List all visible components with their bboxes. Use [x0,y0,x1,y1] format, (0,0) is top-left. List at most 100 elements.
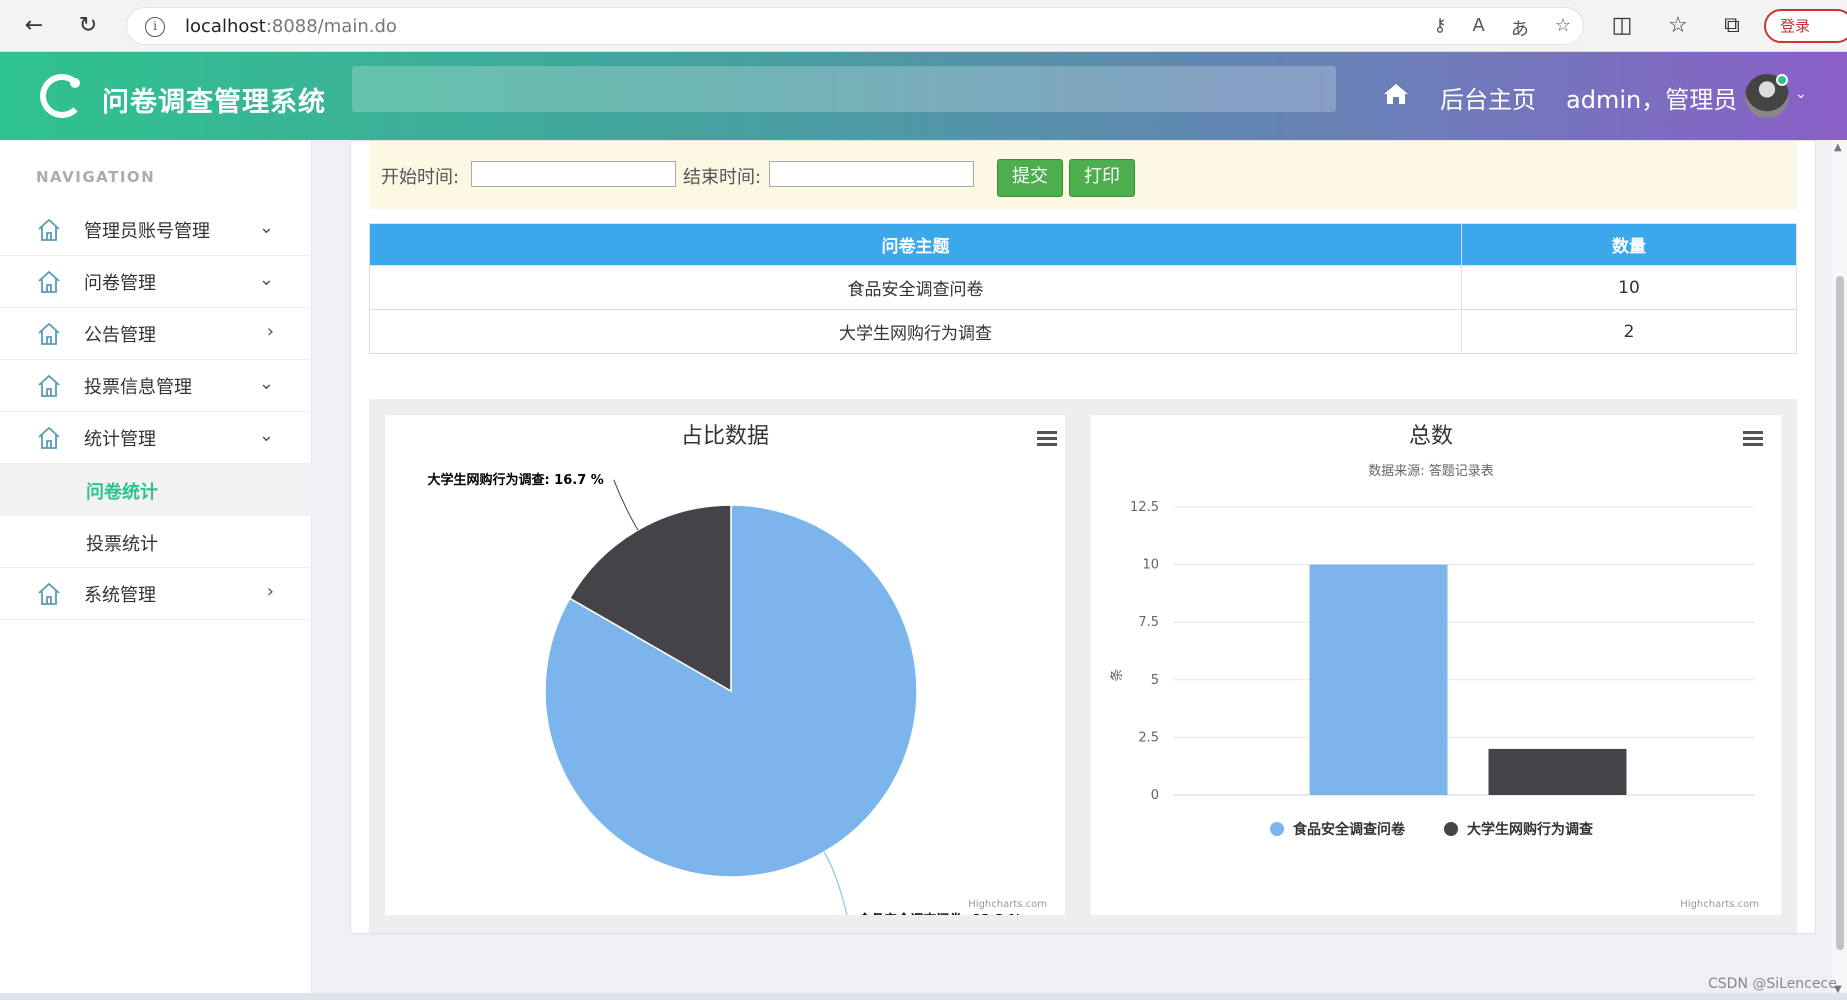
chart-menu-icon[interactable] [1037,431,1057,446]
table-row: 食品安全调查问卷 10 [369,265,1797,310]
y-tick-label: 7.5 [1138,615,1159,630]
table-header-row: 问卷主题 数量 [369,223,1797,266]
y-axis-label: 条 [1109,668,1125,681]
address-bar[interactable]: i localhost:8088/main.do ⚷ A あ ☆ [126,7,1584,45]
sidebar-item-label: 公告管理 [84,325,156,346]
sidebar: NAVIGATION 管理员账号管理 ⌄ 问卷管理 ⌄ 公告管理 › 投票信息管… [0,140,312,1000]
translate-icon[interactable]: あ [1511,15,1529,41]
pie-chart-title: 占比数据 [681,424,769,449]
watermark: CSDN @SiLencece [1708,976,1837,992]
bar[interactable] [1309,564,1448,795]
start-time-label: 开始时间: [381,167,460,188]
app-title: 问卷调查管理系统 [102,87,326,118]
back-icon[interactable]: ← [18,10,50,42]
y-tick-label: 0 [1151,788,1159,803]
y-tick-label: 10 [1142,558,1159,573]
chevron-down-icon: ⌄ [258,425,274,446]
scroll-thumb[interactable] [1836,276,1844,950]
charts-area: 占比数据 食品安全调查问卷: 83.3 % 大学生网购行为调查: 16.7 % H… [369,399,1797,933]
pie-chart-card: 占比数据 食品安全调查问卷: 83.3 % 大学生网购行为调查: 16.7 % H… [385,415,1065,915]
column-header: 问卷主题 [369,223,1462,266]
pie-data-label: 大学生网购行为调查: 16.7 % [427,472,603,488]
bar-chart-card: 总数 数据来源: 答题记录表 条 0 2.5 5 7.5 10 12.5 食品安全调查问卷… [1091,415,1781,915]
bar-chart-subtitle: 数据来源: 答题记录表 [1368,463,1494,479]
legend-label[interactable]: 大学生网购行为调查 [1467,821,1594,838]
chevron-down-icon: ⌄ [258,217,274,238]
read-aloud-icon[interactable]: A [1473,15,1485,41]
legend-marker[interactable] [1444,822,1458,836]
sidebar-item-statistics[interactable]: 统计管理 ⌄ [0,412,312,464]
chart-menu-icon[interactable] [1743,431,1763,446]
chevron-down-icon: ⌄ [258,373,274,394]
taskbar-strip [0,993,1847,1000]
chevron-right-icon: › [266,321,274,342]
chart-credit[interactable]: Highcharts.com [968,899,1047,910]
home-icon[interactable] [1382,80,1410,108]
site-info-icon[interactable]: i [145,17,165,37]
house-icon [38,374,60,397]
table-cell: 2 [1461,309,1797,354]
sidebar-subitem-vote-stats[interactable]: 投票统计 [0,516,312,568]
browser-login-button[interactable]: 登录 [1764,9,1847,43]
house-icon [38,322,60,345]
table-row: 大学生网购行为调查 2 [369,309,1797,354]
submit-button[interactable]: 提交 [997,159,1063,197]
scroll-up-icon[interactable]: ▲ [1834,142,1842,153]
column-header: 数量 [1461,223,1797,266]
sidebar-subitem-survey-stats[interactable]: 问卷统计 [0,464,312,516]
url-text[interactable]: localhost:8088/main.do [185,16,397,37]
user-name[interactable]: admin，管理员 [1566,80,1737,115]
table-cell: 大学生网购行为调查 [369,309,1462,354]
sidebar-item-votes[interactable]: 投票信息管理 ⌄ [0,360,312,412]
print-button[interactable]: 打印 [1069,159,1135,197]
chevron-down-icon[interactable]: ⌄ [1795,86,1807,102]
sidebar-subitem-label: 投票统计 [86,534,158,555]
favorites-icon[interactable]: ☆ [1662,10,1694,42]
key-icon[interactable]: ⚷ [1433,15,1446,41]
legend-label[interactable]: 食品安全调查问卷 [1293,821,1406,838]
sidebar-item-label: 问卷管理 [84,273,156,294]
online-status-icon [1776,74,1788,86]
sidebar-item-announcements[interactable]: 公告管理 › [0,308,312,360]
sidebar-subitem-label: 问卷统计 [86,482,158,503]
start-time-input[interactable] [471,161,676,187]
browser-toolbar: ← ↻ i localhost:8088/main.do ⚷ A あ ☆ ◫ ☆… [0,0,1847,52]
sidebar-item-surveys[interactable]: 问卷管理 ⌄ [0,256,312,308]
y-tick-label: 12.5 [1130,500,1159,515]
bar-chart-title: 总数 [1409,424,1453,449]
bar-chart: 总数 数据来源: 答题记录表 条 0 2.5 5 7.5 10 12.5 食品安全调查问卷… [1109,424,1763,910]
sidebar-item-label: 管理员账号管理 [84,221,210,242]
chart-credit[interactable]: Highcharts.com [1680,899,1759,910]
table-cell: 食品安全调查问卷 [369,265,1462,310]
table-cell: 10 [1461,265,1797,310]
split-screen-icon[interactable]: ◫ [1606,10,1638,42]
bar[interactable] [1488,748,1627,795]
survey-count-table: 问卷主题 数量 食品安全调查问卷 10 大学生网购行为调查 2 [369,223,1797,354]
header-search-bar[interactable] [352,66,1336,112]
sidebar-item-label: 系统管理 [84,585,156,606]
main-content: 开始时间: 结束时间: 提交 打印 问卷主题 数量 食品安全调查问卷 10 大学… [312,140,1832,1000]
house-icon [38,270,60,293]
chevron-right-icon: › [266,581,274,602]
y-tick-label: 5 [1151,673,1159,688]
refresh-icon[interactable]: ↻ [72,10,104,42]
house-icon [38,218,60,241]
sidebar-item-admin-accounts[interactable]: 管理员账号管理 ⌄ [0,204,312,256]
pie-connector [613,479,639,531]
stats-panel: 开始时间: 结束时间: 提交 打印 问卷主题 数量 食品安全调查问卷 10 大学… [350,140,1816,934]
end-time-label: 结束时间: [683,167,762,188]
legend-marker[interactable] [1270,822,1284,836]
sidebar-item-label: 统计管理 [84,429,156,450]
pie-data-label: 食品安全调查问卷: 83.3 % [858,912,1021,915]
collections-icon[interactable]: ⧉ [1716,10,1748,42]
favorite-add-icon[interactable]: ☆ [1555,15,1571,41]
house-icon [38,582,60,605]
page-scrollbar[interactable]: ▲ ▼ [1832,140,1847,1000]
pie-chart: 占比数据 食品安全调查问卷: 83.3 % 大学生网购行为调查: 16.7 % H… [427,424,1057,915]
sidebar-item-system[interactable]: 系统管理 › [0,568,312,620]
end-time-input[interactable] [769,161,974,187]
y-tick-label: 2.5 [1138,730,1159,745]
home-link[interactable]: 后台主页 [1440,80,1536,115]
pie-connector [823,851,848,915]
house-icon [38,426,60,449]
